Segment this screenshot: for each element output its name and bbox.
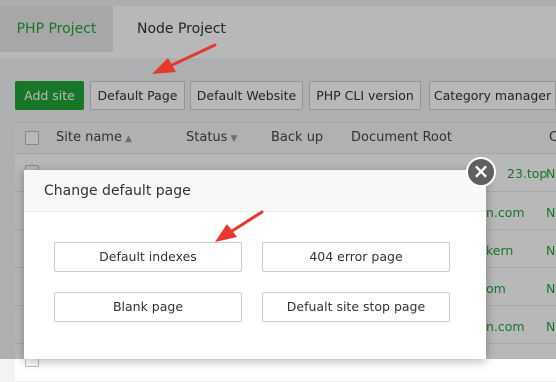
close-icon[interactable]: × [466,157,496,187]
